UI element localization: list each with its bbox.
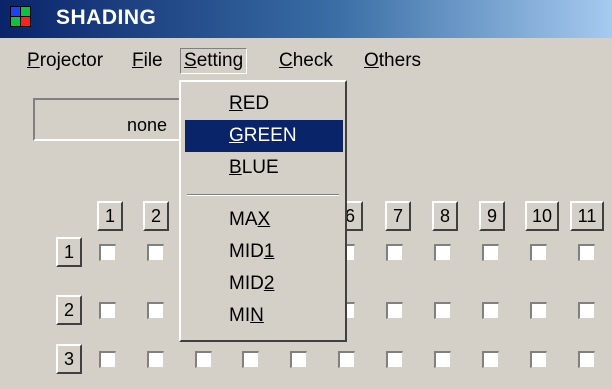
checkbox-r3-c11[interactable] [578, 351, 595, 368]
menu-item-mid1[interactable]: MID1 [185, 236, 343, 268]
checkbox-r2-c8[interactable] [434, 302, 451, 319]
column-button-7[interactable]: 7 [385, 201, 411, 231]
menu-file[interactable]: File [128, 48, 167, 74]
checkbox-r1-c11[interactable] [578, 244, 595, 261]
checkbox-r3-c9[interactable] [482, 351, 499, 368]
checkbox-r3-c4[interactable] [242, 351, 259, 368]
checkbox-r2-c11[interactable] [578, 302, 595, 319]
checkbox-r1-c7[interactable] [386, 244, 403, 261]
checkbox-r3-c7[interactable] [386, 351, 403, 368]
menu-item-green[interactable]: GREEN [185, 120, 343, 152]
menu-item-mid2[interactable]: MID2 [185, 268, 343, 300]
menu-item-blue[interactable]: BLUE [185, 152, 343, 184]
checkbox-r3-c5[interactable] [290, 351, 307, 368]
checkbox-r1-c2[interactable] [147, 244, 164, 261]
column-button-8[interactable]: 8 [432, 201, 458, 231]
column-button-1[interactable]: 1 [97, 201, 123, 231]
checkbox-r3-c1[interactable] [99, 351, 116, 368]
checkbox-r3-c10[interactable] [530, 351, 547, 368]
menu-bar: Projector File Setting Check Others [0, 44, 612, 78]
menu-item-label: MID2 [229, 273, 275, 294]
checkbox-r3-c3[interactable] [195, 351, 212, 368]
menu-check[interactable]: Check [275, 48, 337, 74]
shading-window: SHADING Projector File Setting Check Oth… [0, 0, 612, 389]
checkbox-r2-c1[interactable] [99, 302, 116, 319]
menu-item-label: MAX [229, 209, 271, 230]
menu-projector[interactable]: Projector [23, 48, 107, 74]
row-button-1[interactable]: 1 [56, 237, 82, 267]
menu-item-label: MIN [229, 305, 264, 326]
row-button-2[interactable]: 2 [56, 295, 82, 325]
row-button-3[interactable]: 3 [56, 344, 82, 374]
menu-item-label: BLUE [229, 157, 279, 178]
checkbox-r3-c6[interactable] [338, 351, 355, 368]
menu-item-max[interactable]: MAX [185, 204, 343, 236]
checkbox-r1-c9[interactable] [482, 244, 499, 261]
checkbox-r3-c8[interactable] [434, 351, 451, 368]
app-icon [10, 6, 54, 32]
checkbox-r1-c10[interactable] [530, 244, 547, 261]
menu-separator [187, 194, 339, 196]
checkbox-r3-c2[interactable] [147, 351, 164, 368]
column-button-10[interactable]: 10 [525, 201, 559, 231]
column-button-2[interactable]: 2 [143, 201, 169, 231]
column-button-11[interactable]: 11 [570, 201, 604, 231]
checkbox-r1-c8[interactable] [434, 244, 451, 261]
checkbox-r2-c10[interactable] [530, 302, 547, 319]
menu-setting[interactable]: Setting [180, 48, 248, 74]
menu-item-label: GREEN [229, 125, 297, 146]
status-field: none [33, 98, 183, 141]
menu-item-min[interactable]: MIN [185, 300, 343, 332]
checkbox-r2-c9[interactable] [482, 302, 499, 319]
menu-others[interactable]: Others [360, 48, 425, 74]
checkbox-r2-c2[interactable] [147, 302, 164, 319]
title-bar[interactable]: SHADING [0, 0, 612, 38]
checkbox-r1-c1[interactable] [99, 244, 116, 261]
setting-dropdown-menu: RED GREEN BLUE MAX MID1 MID2 MIN [179, 80, 347, 342]
menu-item-red[interactable]: RED [185, 88, 343, 120]
window-title: SHADING [56, 6, 157, 29]
checkbox-r2-c7[interactable] [386, 302, 403, 319]
menu-item-label: MID1 [229, 241, 275, 262]
column-button-9[interactable]: 9 [479, 201, 505, 231]
menu-item-label: RED [229, 93, 270, 114]
